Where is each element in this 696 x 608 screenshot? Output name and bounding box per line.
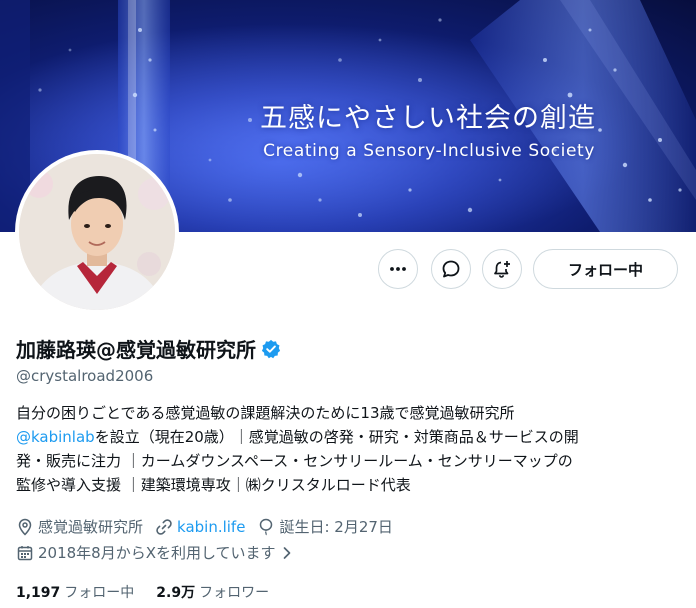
display-name: 加藤路瑛@感覚過敏研究所 <box>16 338 256 362</box>
location-item: 感覚過敏研究所 <box>16 516 143 537</box>
bio-text: を設立（現在20歳）｜感覚過敏の啓発・研究・対策商品＆サービスの開 <box>94 428 579 446</box>
followers-label: フォロワー <box>199 585 270 601</box>
banner-subtitle: Creating a Sensory-Inclusive Society <box>263 141 595 161</box>
birthday-text: 誕生日: 2月27日 <box>279 518 393 536</box>
banner-title: 五感にやさしい社会の創造 <box>260 103 596 134</box>
location-pin-icon <box>18 518 32 536</box>
bio-line: @kabinlabを設立（現在20歳）｜感覚過敏の啓発・研究・対策商品＆サービス… <box>16 425 686 449</box>
birthday-item: 誕生日: 2月27日 <box>257 516 393 537</box>
name-row: 加藤路瑛@感覚過敏研究所 <box>16 334 281 363</box>
notify-button[interactable] <box>482 249 522 289</box>
link-icon <box>156 518 172 535</box>
following-stat[interactable]: 1,197 フォロー中 <box>16 582 134 602</box>
user-handle: @crystalroad2006 <box>16 367 154 385</box>
website-item: kabin.life <box>155 518 245 536</box>
mention-link[interactable]: @kabinlab <box>16 428 95 446</box>
more-button[interactable] <box>378 249 418 289</box>
joined-item[interactable]: 2018年8月からXを利用しています <box>16 542 298 563</box>
avatar[interactable] <box>15 150 179 314</box>
calendar-icon <box>17 545 33 560</box>
joined-text: 2018年8月からXを利用しています <box>38 544 276 562</box>
following-button[interactable]: フォロー中 <box>533 249 678 289</box>
website-link[interactable]: kabin.life <box>177 518 245 536</box>
profile-meta-row-joined: 2018年8月からXを利用しています <box>16 542 310 563</box>
location-text: 感覚過敏研究所 <box>38 518 144 536</box>
message-icon <box>442 260 460 278</box>
balloon-icon <box>260 518 273 535</box>
bio-line: 発・販売に注力 ｜カームダウンスペース・センサリールーム・センサリーマップの <box>16 452 573 470</box>
followers-stat[interactable]: 2.9万 フォロワー <box>156 582 269 602</box>
avatar-photo <box>19 154 175 310</box>
follow-stats: 1,197 フォロー中 2.9万 フォロワー <box>16 582 291 602</box>
profile-bio: 自分の困りごとである感覚過敏の課題解決のために13歳で感覚過敏研究所 @kabi… <box>16 401 686 497</box>
notification-bell-icon <box>494 261 510 278</box>
chevron-right-icon <box>283 546 290 559</box>
following-label: フォロー中 <box>64 585 135 601</box>
profile-meta-row: 感覚過敏研究所 kabin.life 誕生日: 2月27日 <box>16 516 405 537</box>
verified-badge-icon[interactable] <box>261 339 281 359</box>
more-horizontal-icon <box>390 267 406 271</box>
bio-line: 自分の困りごとである感覚過敏の課題解決のために13歳で感覚過敏研究所 <box>16 404 515 422</box>
bio-line: 監修や導入支援 ｜建築環境専攻｜㈱クリスタルロード代表 <box>16 476 411 494</box>
message-button[interactable] <box>431 249 471 289</box>
followers-count: 2.9万 <box>156 585 196 601</box>
following-count: 1,197 <box>16 585 61 601</box>
